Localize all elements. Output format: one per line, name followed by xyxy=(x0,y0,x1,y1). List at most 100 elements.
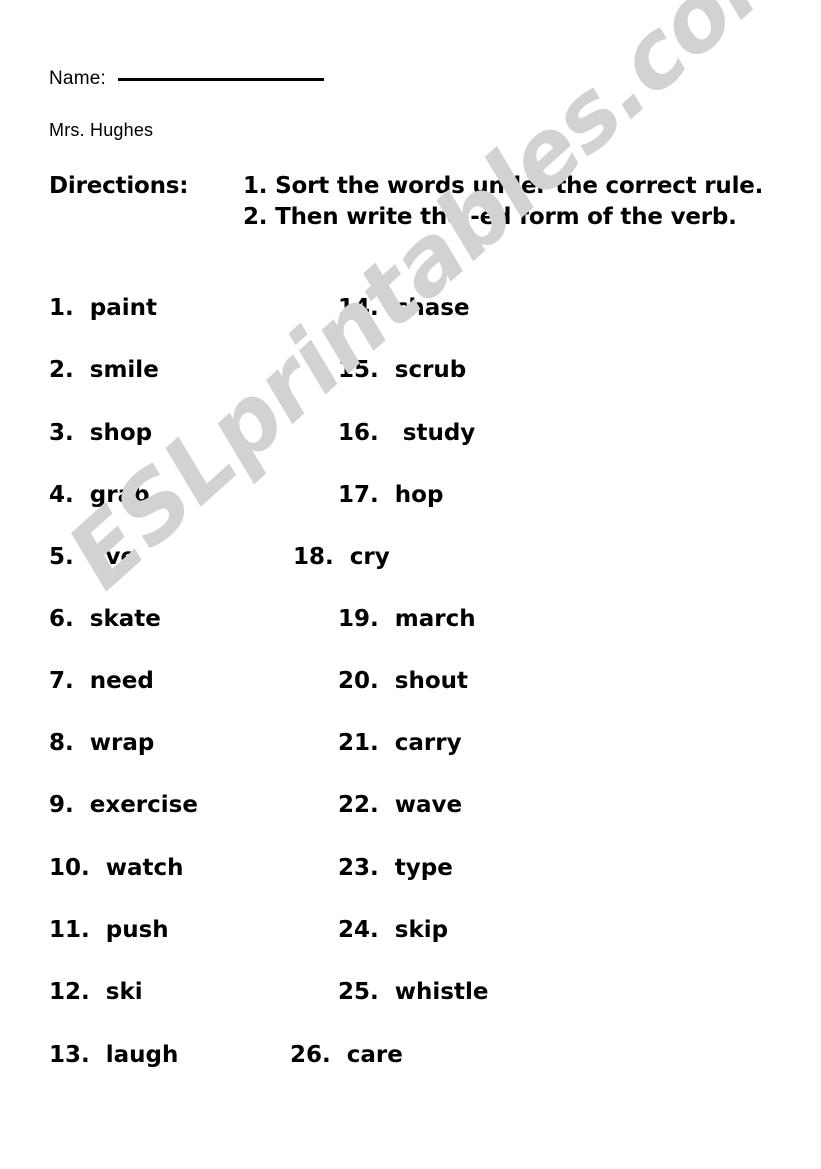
word-number: 5. xyxy=(49,544,74,570)
word-gap xyxy=(90,917,106,943)
word-text: need xyxy=(89,668,154,694)
word-item-scrub: 15. scrub xyxy=(338,357,466,383)
word-item-care: 26. care xyxy=(290,1042,403,1068)
word-gap xyxy=(74,544,90,570)
word-text: care xyxy=(346,1042,403,1068)
word-item-shop: 3. shop xyxy=(49,420,152,446)
word-item-cry: 18. cry xyxy=(293,544,390,570)
word-gap xyxy=(379,482,395,508)
word-item-hop: 17. hop xyxy=(338,482,443,508)
worksheet-page: Name: Mrs. Hughes Directions: 1. Sort th… xyxy=(0,0,821,1169)
word-text: shout xyxy=(394,668,468,694)
word-item-march: 19. march xyxy=(338,606,476,632)
word-item-push: 11. push xyxy=(49,917,169,943)
word-item-exercise: 9. exercise xyxy=(49,792,198,818)
word-gap xyxy=(74,730,90,756)
word-text: study xyxy=(402,420,476,446)
word-number: 2. xyxy=(49,357,74,383)
word-number: 9. xyxy=(49,792,74,818)
word-gap xyxy=(379,979,395,1005)
word-text: push xyxy=(105,917,169,943)
word-gap xyxy=(90,979,106,1005)
word-number: 8. xyxy=(49,730,74,756)
word-number: 10. xyxy=(49,855,90,881)
word-number: 1. xyxy=(49,295,74,321)
word-item-study: 16. study xyxy=(338,420,475,446)
word-number: 21. xyxy=(338,730,379,756)
word-gap xyxy=(90,1042,106,1068)
name-blank-line[interactable] xyxy=(117,78,324,81)
word-number: 25. xyxy=(338,979,379,1005)
word-number: 3. xyxy=(49,420,74,446)
word-number: 19. xyxy=(338,606,379,632)
directions-label: Directions: xyxy=(49,173,189,199)
word-gap xyxy=(90,855,106,881)
word-item-whistle: 25. whistle xyxy=(338,979,488,1005)
word-text: skip xyxy=(394,917,449,943)
name-label: Name: xyxy=(49,68,106,89)
word-gap xyxy=(331,1042,347,1068)
word-text: watch xyxy=(105,855,184,881)
word-gap xyxy=(74,420,90,446)
word-gap xyxy=(379,606,395,632)
word-number: 23. xyxy=(338,855,379,881)
word-text: chase xyxy=(394,295,470,321)
word-text: laugh xyxy=(105,1042,179,1068)
word-gap xyxy=(334,544,350,570)
word-item-wrap: 8. wrap xyxy=(49,730,154,756)
word-item-skate: 6. skate xyxy=(49,606,161,632)
worksheet-content: Name: Mrs. Hughes Directions: 1. Sort th… xyxy=(0,0,821,1169)
word-text: exercise xyxy=(89,792,198,818)
word-gap xyxy=(74,792,90,818)
word-gap xyxy=(379,855,395,881)
word-text: cry xyxy=(349,544,390,570)
word-text: smile xyxy=(89,357,159,383)
word-number: 4. xyxy=(49,482,74,508)
name-row: Name: xyxy=(49,68,324,90)
word-item-laugh: 13. laugh xyxy=(49,1042,178,1068)
word-item-ski: 12. ski xyxy=(49,979,143,1005)
word-text: ski xyxy=(105,979,143,1005)
word-number: 6. xyxy=(49,606,74,632)
word-item-need: 7. need xyxy=(49,668,154,694)
word-text: grab xyxy=(89,482,150,508)
word-item-wave: 22. wave xyxy=(338,792,462,818)
word-gap xyxy=(379,357,395,383)
word-gap xyxy=(379,668,395,694)
directions-text: 1. Sort the words under the correct rule… xyxy=(243,173,764,230)
word-item-chase: 14. chase xyxy=(338,295,470,321)
word-number: 7. xyxy=(49,668,74,694)
word-text: whistle xyxy=(394,979,489,1005)
word-item-smile: 2. smile xyxy=(49,357,159,383)
word-text: wrap xyxy=(89,730,155,756)
word-number: 13. xyxy=(49,1042,90,1068)
word-item-paint: 1. paint xyxy=(49,295,157,321)
word-number: 17. xyxy=(338,482,379,508)
word-text: live xyxy=(89,544,137,570)
teacher-name: Mrs. Hughes xyxy=(49,120,154,140)
word-gap xyxy=(74,357,90,383)
word-text: paint xyxy=(89,295,158,321)
word-text: scrub xyxy=(394,357,467,383)
word-number: 16. xyxy=(338,420,379,446)
word-item-carry: 21. carry xyxy=(338,730,462,756)
word-item-grab: 4. grab xyxy=(49,482,150,508)
word-text: march xyxy=(394,606,476,632)
word-text: skate xyxy=(89,606,161,632)
word-item-type: 23. type xyxy=(338,855,453,881)
word-item-shout: 20. shout xyxy=(338,668,468,694)
word-number: 18. xyxy=(293,544,334,570)
word-gap xyxy=(74,295,90,321)
word-number: 20. xyxy=(338,668,379,694)
word-gap xyxy=(379,295,395,321)
word-number: 15. xyxy=(338,357,379,383)
word-gap xyxy=(74,606,90,632)
word-text: carry xyxy=(394,730,462,756)
word-item-live: 5. live xyxy=(49,544,136,570)
word-gap xyxy=(379,917,395,943)
word-number: 26. xyxy=(290,1042,331,1068)
word-number: 24. xyxy=(338,917,379,943)
word-gap xyxy=(379,730,395,756)
directions-block: Directions: 1. Sort the words under the … xyxy=(49,171,779,233)
word-gap xyxy=(379,420,403,446)
